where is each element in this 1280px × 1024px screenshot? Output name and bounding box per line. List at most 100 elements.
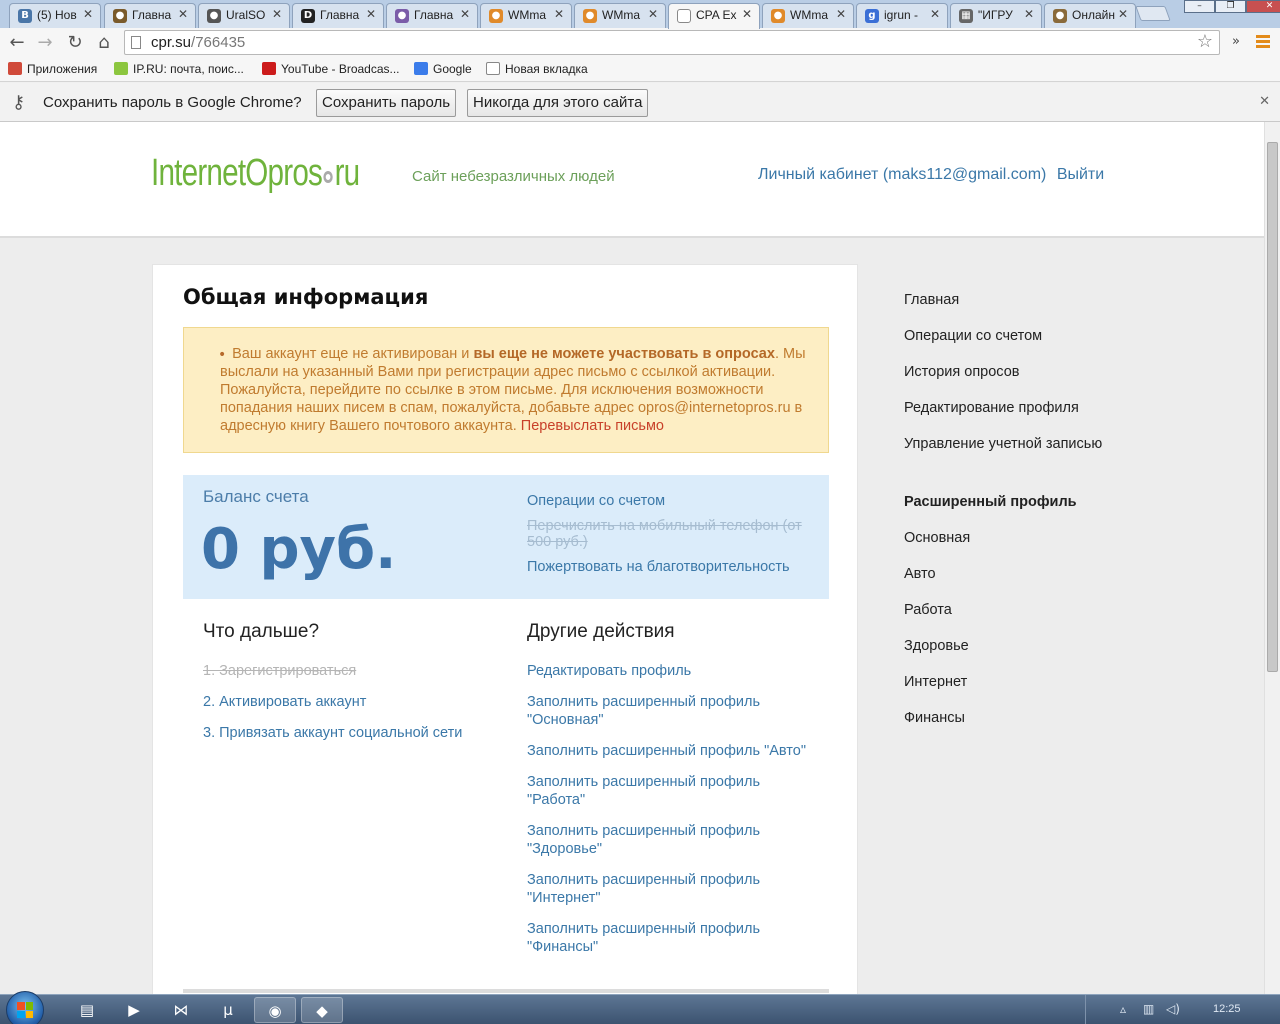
forward-icon[interactable]: → bbox=[34, 32, 56, 54]
bookmark-item[interactable]: Новая вкладка bbox=[486, 62, 588, 76]
sidebar-item-work[interactable]: Работа bbox=[904, 602, 952, 618]
address-url: cpr.su/766435 bbox=[151, 34, 246, 51]
close-tab-icon[interactable]: ✕ bbox=[1024, 7, 1034, 21]
close-tab-icon[interactable]: ✕ bbox=[648, 7, 658, 21]
wm-icon: ● bbox=[583, 9, 597, 23]
youtube-icon bbox=[262, 62, 276, 75]
site-tagline: Сайт небезразличных людей bbox=[412, 168, 615, 185]
fill-profile-auto-link[interactable]: Заполнить расширенный профиль "Авто" bbox=[527, 742, 817, 760]
back-icon[interactable]: ← bbox=[6, 32, 28, 54]
resend-email-link[interactable]: Перевыслать письмо bbox=[521, 418, 664, 434]
sidebar-item-home[interactable]: Главная bbox=[904, 292, 959, 308]
site-logo[interactable]: InternetOpros ru bbox=[151, 152, 360, 195]
close-infobar-icon[interactable]: ✕ bbox=[1259, 93, 1270, 109]
vertical-scrollbar[interactable] bbox=[1264, 122, 1280, 994]
new-tab-button[interactable] bbox=[1135, 6, 1171, 21]
site-icon: ● bbox=[1053, 9, 1067, 23]
step-activate-link[interactable]: 2. Активировать аккаунт bbox=[203, 693, 493, 711]
menu-icon[interactable] bbox=[1256, 35, 1270, 49]
wm-icon: ● bbox=[489, 9, 503, 23]
close-tab-icon[interactable]: ✕ bbox=[742, 7, 752, 21]
fill-profile-finance-link[interactable]: Заполнить расширенный профиль "Финансы" bbox=[527, 920, 817, 956]
sidebar-item-account-management[interactable]: Управление учетной записью bbox=[904, 436, 1102, 452]
logout-link[interactable]: Выйти bbox=[1057, 166, 1104, 183]
tab-label: Главна bbox=[320, 8, 360, 22]
media-player-icon[interactable]: ▶ bbox=[113, 997, 155, 1023]
app-icon[interactable]: ◆ bbox=[301, 997, 343, 1023]
save-password-button[interactable]: Сохранить пароль bbox=[316, 89, 457, 117]
close-window-button[interactable]: ✕ bbox=[1246, 0, 1280, 13]
browser-tab[interactable]: ● Главна ✕ bbox=[104, 3, 196, 28]
tray-expand-icon[interactable]: ▵ bbox=[1120, 1002, 1126, 1016]
sidebar-item-history[interactable]: История опросов bbox=[904, 364, 1019, 380]
browser-tab[interactable]: В (5) Нов ✕ bbox=[9, 3, 101, 28]
home-icon[interactable]: ⌂ bbox=[93, 32, 115, 54]
sidebar-item-finance[interactable]: Финансы bbox=[904, 710, 965, 726]
account-operations-link[interactable]: Операции со счетом bbox=[527, 493, 817, 509]
minimize-button[interactable]: – bbox=[1184, 0, 1215, 13]
bookmark-star-icon[interactable]: ☆ bbox=[1197, 31, 1213, 52]
browser-tab[interactable]: D Главна ✕ bbox=[292, 3, 384, 28]
close-tab-icon[interactable]: ✕ bbox=[460, 7, 470, 21]
browser-tab[interactable]: ● WMma ✕ bbox=[480, 3, 572, 28]
scrollbar-thumb[interactable] bbox=[1267, 142, 1278, 672]
close-tab-icon[interactable]: ✕ bbox=[366, 7, 376, 21]
reload-icon[interactable]: ↻ bbox=[64, 32, 86, 54]
bookmark-item[interactable]: Приложения bbox=[8, 62, 97, 76]
network-icon[interactable]: ▥ bbox=[1143, 1002, 1154, 1016]
sidebar-item-edit-profile[interactable]: Редактирование профиля bbox=[904, 400, 1079, 416]
sidebar-item-operations[interactable]: Операции со счетом bbox=[904, 328, 1042, 344]
close-tab-icon[interactable]: ✕ bbox=[836, 7, 846, 21]
donate-link[interactable]: Пожертвовать на благотворительность bbox=[527, 559, 817, 575]
bookmark-item[interactable]: YouTube - Broadcas... bbox=[262, 62, 400, 76]
extensions-chevron-icon[interactable]: » bbox=[1232, 34, 1240, 49]
sidebar-item-main[interactable]: Основная bbox=[904, 530, 970, 546]
account-link[interactable]: Личный кабинет (maks112@gmail.com) bbox=[758, 166, 1046, 183]
fill-profile-internet-link[interactable]: Заполнить расширенный профиль "Интернет" bbox=[527, 871, 817, 907]
tab-strip: В (5) Нов ✕ ● Главна ✕ ● UralSO ✕ D Главна ✕ ● Главна… bbox=[0, 0, 1280, 29]
mobile-transfer-link[interactable]: Перечислить на мобильный телефон (от 500… bbox=[527, 518, 817, 550]
browser-tab[interactable]: g igrun - ✕ bbox=[856, 3, 948, 28]
close-tab-icon[interactable]: ✕ bbox=[930, 7, 940, 21]
browser-tab[interactable]: ● UralSO ✕ bbox=[198, 3, 290, 28]
fill-profile-main-link[interactable]: Заполнить расширенный профиль "Основная" bbox=[527, 693, 817, 729]
browser-tab[interactable]: ▦ "ИГРУ ✕ bbox=[950, 3, 1042, 28]
browser-tab[interactable]: ● Главна ✕ bbox=[386, 3, 478, 28]
sidebar-item-internet[interactable]: Интернет bbox=[904, 674, 967, 690]
browser-tab[interactable]: ● WMma ✕ bbox=[762, 3, 854, 28]
close-tab-icon[interactable]: ✕ bbox=[178, 7, 188, 21]
explorer-icon[interactable]: ▤ bbox=[66, 997, 108, 1023]
clock[interactable]: 12:25 bbox=[1213, 1003, 1241, 1015]
bookmarks-bar: Приложения IP.RU: почта, поис... YouTube -… bbox=[0, 58, 1280, 82]
utorrent-icon[interactable]: μ bbox=[207, 997, 249, 1023]
volume-icon[interactable]: ◁) bbox=[1166, 1002, 1180, 1016]
step-register-link[interactable]: 1. Зарегистрироваться bbox=[203, 662, 493, 680]
never-save-button[interactable]: Никогда для этого сайта bbox=[467, 89, 649, 117]
close-tab-icon[interactable]: ✕ bbox=[1118, 7, 1128, 21]
step-social-link[interactable]: 3. Привязать аккаунт социальной сети bbox=[203, 724, 493, 742]
browser-tab[interactable]: ● Онлайн ✕ bbox=[1044, 3, 1136, 28]
bookmark-item[interactable]: Google bbox=[414, 62, 472, 76]
chrome-icon[interactable]: ◉ bbox=[254, 997, 296, 1023]
browser-tab[interactable]: CPA Ex ✕ bbox=[668, 3, 760, 29]
visual-studio-icon[interactable]: ⋈ bbox=[160, 997, 202, 1023]
main-card: Общая информация • Ваш аккаунт еще не ак… bbox=[152, 264, 858, 994]
edit-profile-link[interactable]: Редактировать профиль bbox=[527, 662, 817, 680]
close-tab-icon[interactable]: ✕ bbox=[554, 7, 564, 21]
fill-profile-health-link[interactable]: Заполнить расширенный профиль "Здоровье" bbox=[527, 822, 817, 858]
bookmark-item[interactable]: IP.RU: почта, поис... bbox=[114, 62, 244, 76]
google-icon bbox=[414, 62, 428, 75]
browser-tab[interactable]: ● WMma ✕ bbox=[574, 3, 666, 28]
start-button[interactable] bbox=[6, 991, 44, 1024]
close-tab-icon[interactable]: ✕ bbox=[272, 7, 282, 21]
close-tab-icon[interactable]: ✕ bbox=[83, 7, 93, 21]
site-icon: ● bbox=[395, 9, 409, 23]
sidebar-item-auto[interactable]: Авто bbox=[904, 566, 936, 582]
address-bar[interactable]: cpr.su/766435 ☆ bbox=[124, 30, 1220, 55]
fill-profile-work-link[interactable]: Заполнить расширенный профиль "Работа" bbox=[527, 773, 817, 809]
sidebar-item-health[interactable]: Здоровье bbox=[904, 638, 969, 654]
tab-label: igrun - bbox=[884, 8, 919, 22]
maximize-button[interactable]: ❐ bbox=[1215, 0, 1246, 13]
tab-label: Главна bbox=[132, 8, 172, 22]
key-icon: ⚷ bbox=[12, 92, 26, 112]
